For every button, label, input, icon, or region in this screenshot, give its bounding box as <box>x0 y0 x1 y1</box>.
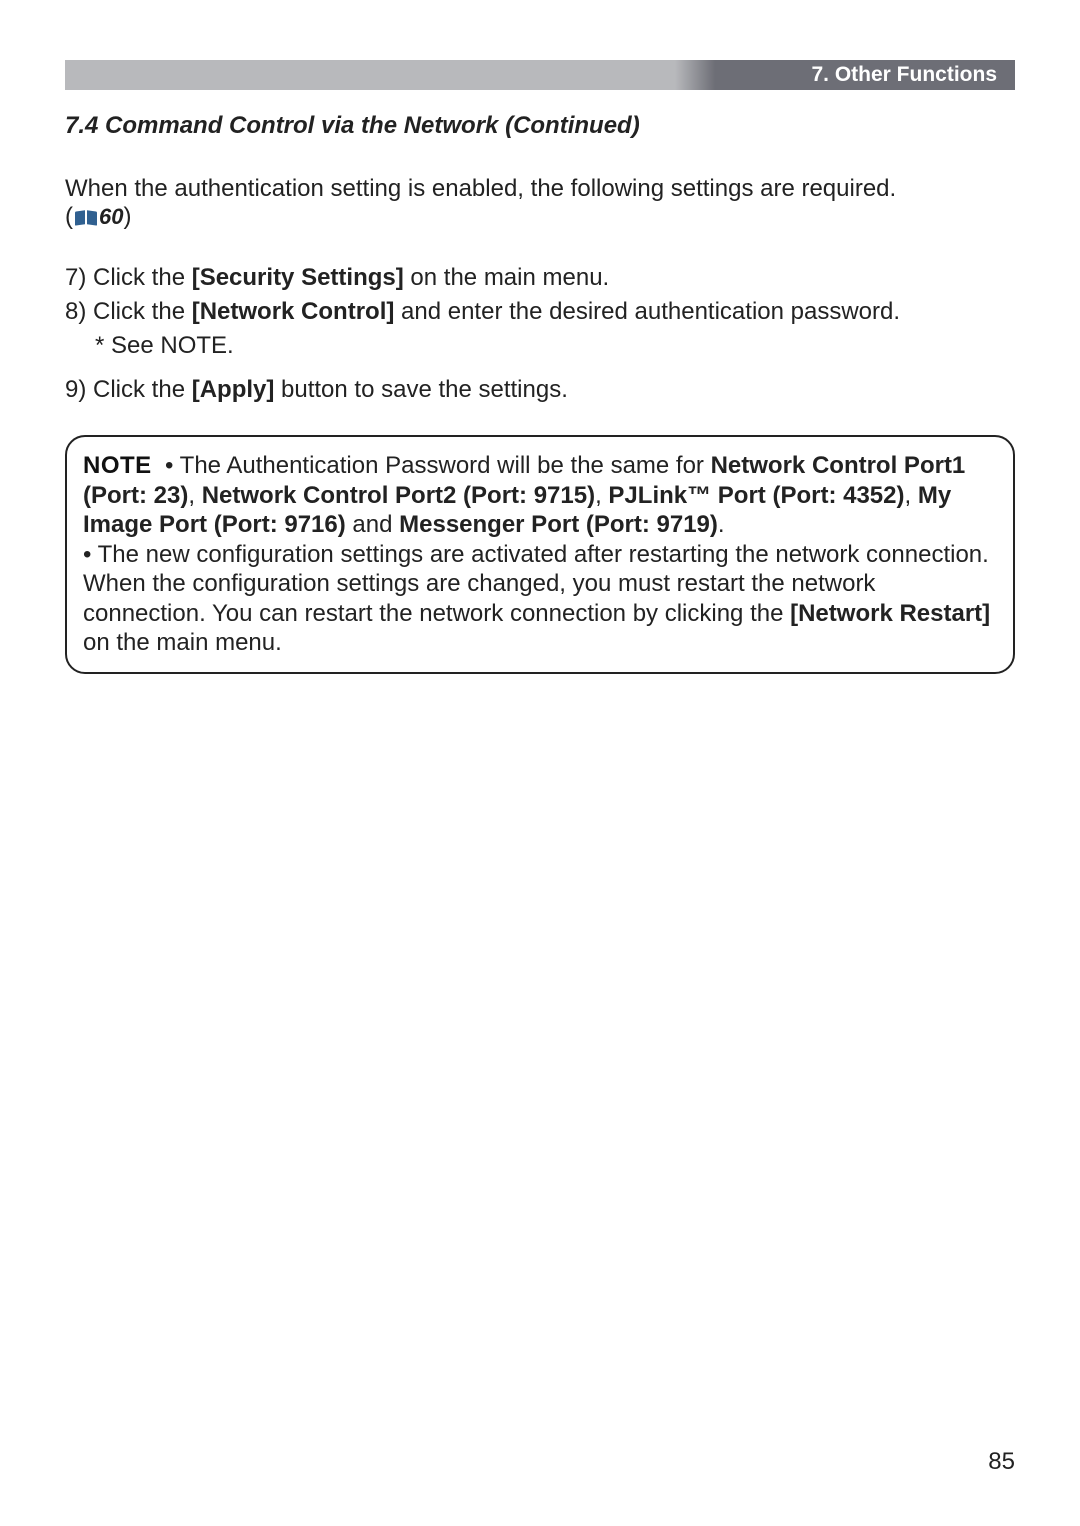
step-9: 9) Click the [Apply] button to save the … <box>65 375 1015 405</box>
port2-label: Network Control Port2 (Port: 9715) <box>202 482 595 509</box>
chapter-title-text: 7. Other Functions <box>811 63 997 87</box>
instruction-steps: 7) Click the [Security Settings] on the … <box>65 263 1015 405</box>
messenger-port-label: Messenger Port (Port: 9719) <box>399 511 718 538</box>
apply-label: [Apply] <box>192 376 275 403</box>
page-reference: ( 60 ) <box>65 203 1015 231</box>
book-icon <box>75 209 97 225</box>
pjlink-port-label: PJLink™ Port (Port: 4352) <box>608 482 904 509</box>
section-title: 7.4 Command Control via the Network (Con… <box>65 112 1015 140</box>
chapter-title: 7. Other Functions <box>715 60 1015 90</box>
note-box: NOTE • The Authentication Password will … <box>65 435 1015 674</box>
header-gradient <box>675 60 715 90</box>
page-number: 85 <box>988 1448 1015 1476</box>
header-grey-bar <box>65 60 675 90</box>
manual-page: 7. Other Functions 7.4 Command Control v… <box>0 0 1080 1526</box>
security-settings-label: [Security Settings] <box>192 264 404 291</box>
intro-paragraph: When the authentication setting is enabl… <box>65 174 1015 203</box>
step-8-note: * See NOTE. <box>95 331 1015 361</box>
reference-number: 60 <box>99 204 123 230</box>
step-8: 8) Click the [Network Control] and enter… <box>65 297 1015 327</box>
network-control-label: [Network Control] <box>192 298 395 325</box>
network-restart-label: [Network Restart] <box>790 600 990 627</box>
chapter-header-band: 7. Other Functions <box>65 60 1015 90</box>
note-label: NOTE <box>83 452 152 479</box>
step-7: 7) Click the [Security Settings] on the … <box>65 263 1015 293</box>
